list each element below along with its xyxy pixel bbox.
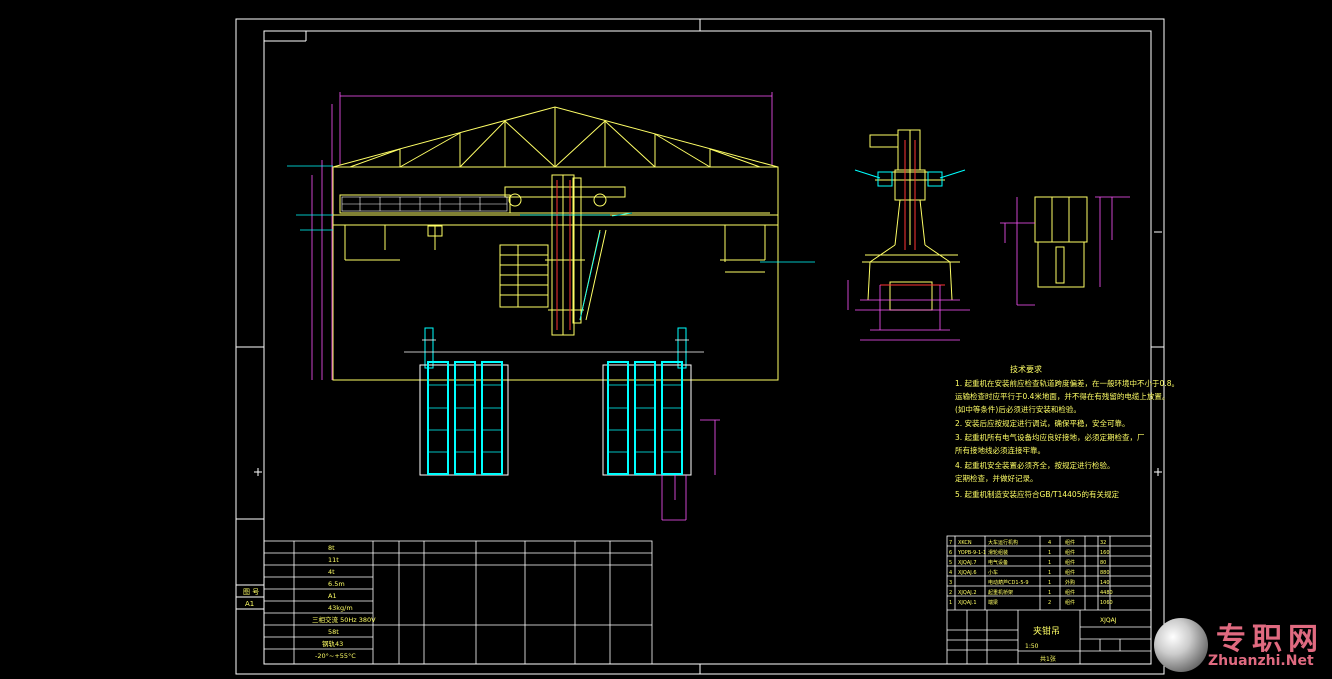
bom-cell: 组件 — [1065, 559, 1075, 566]
watermark-en: Zhuanzhi.Net — [1208, 653, 1314, 669]
sidebar-label-2: A1 — [245, 600, 254, 608]
parameter-values: 8t 11t 4t 6.5m A1 43kg/m 三相交流 50Hz 380V … — [312, 544, 376, 660]
bom-cell: 起重机桥架 — [988, 589, 1013, 596]
bom-cell: 140 — [1100, 580, 1110, 586]
coil-bins-right — [602, 361, 720, 521]
bom-cell: 组件 — [1065, 549, 1075, 556]
coil-bins-left — [419, 361, 509, 476]
watermark-cn: 专职网 — [1216, 622, 1324, 657]
bom-cell: 滑轮组装 — [988, 549, 1008, 556]
param-cell: 6.5m — [328, 580, 345, 588]
drawing-number: XJQAJ — [1100, 617, 1117, 624]
bom-cell: 1 — [1048, 570, 1051, 576]
tech-req-item: 所有接地线必须连接牢靠。 — [955, 445, 1045, 455]
drawing-title: 夹钳吊 — [1033, 625, 1060, 637]
bom-row: 3 电动葫芦CD1-5-9 1 外购 140 — [949, 579, 1110, 586]
param-cell: 58t — [328, 628, 339, 636]
bom-cell: 组件 — [1065, 589, 1075, 596]
bom-cell: 1060 — [1100, 600, 1113, 606]
bom-row: 7 XKCN 大车运行机构 4 组件 32 — [949, 539, 1106, 546]
bom-cell: 160 — [1100, 550, 1110, 556]
bom-cell: 组件 — [1065, 539, 1075, 546]
bom-cell: 1 — [1048, 550, 1051, 556]
bom-row: 6 YOPB-9-1-1 滑轮组装 1 组件 160 — [949, 549, 1110, 556]
drawing-scale: 1:50 — [1025, 643, 1039, 650]
bom-cell: 端梁 — [988, 599, 998, 606]
sidebar-label-1: 图 号 — [243, 588, 259, 596]
bom-row: 5 XJQAJ.7 电气设备 1 组件 80 — [949, 559, 1106, 566]
param-cell: A1 — [328, 592, 337, 600]
bom-cell: 1 — [1048, 580, 1051, 586]
bom-cell: 电气设备 — [988, 559, 1008, 566]
bom-cell: 32 — [1100, 540, 1106, 546]
bom-cell: 组件 — [1065, 599, 1075, 606]
grab-side-view — [847, 129, 970, 341]
watermark: 专职网 Zhuanzhi.Net — [1150, 612, 1332, 679]
bom-row: 2 XJQAJ.2 起重机桥架 1 组件 4480 — [949, 589, 1113, 596]
bom-cell: 2 — [1048, 600, 1051, 606]
bom-cell: 小车 — [988, 569, 998, 576]
param-cell: 三相交流 50Hz 380V — [312, 615, 376, 624]
tech-req-item: 定期检查，并做好记录。 — [955, 473, 1038, 483]
bom-cell: 4 — [1048, 540, 1051, 546]
bom-row: 4 XJQAJ.6 小车 1 组件 880 — [949, 569, 1110, 576]
param-cell: 43kg/m — [328, 604, 353, 612]
bom-cell: XJQAJ.6 — [958, 570, 977, 576]
bom-cell: XJQAJ.7 — [958, 560, 977, 566]
param-cell: 4t — [328, 568, 335, 576]
param-cell: -20°~+55°C — [315, 652, 356, 660]
tech-req-item: 4. 起重机安全装置必须齐全，按规定进行检验。 — [955, 460, 1115, 470]
tech-req-item: 运输检查时应平行于0.4米地面，并不得在有残留的电缆上放置。 — [955, 391, 1169, 401]
bom-cell: 6 — [949, 550, 952, 556]
bom-cell: 3 — [949, 580, 952, 586]
bom-cell: 1 — [1048, 560, 1051, 566]
crane-front-view — [287, 92, 815, 381]
sheet-count: 共1张 — [1040, 655, 1056, 663]
bom-cell: 880 — [1100, 570, 1110, 576]
bom-cell: 5 — [949, 560, 952, 566]
param-cell: 11t — [328, 556, 339, 564]
bom-cell: XJQAJ.1 — [958, 600, 977, 606]
tech-req-title: 技术要求 — [1010, 364, 1042, 374]
bom-cell: 电动葫芦CD1-5-9 — [988, 579, 1029, 586]
bom-cell: 组件 — [1065, 569, 1075, 576]
title-block: 夹钳吊 XJQAJ 1:50 共1张 — [1025, 617, 1117, 663]
bom-cell: 2 — [949, 590, 952, 596]
bom-cell: 80 — [1100, 560, 1106, 566]
tech-req-item: 1. 起重机在安装前应检查轨道跨度偏差，在一般环境中不小于0.8。 — [955, 378, 1179, 388]
bom-cell: 4480 — [1100, 590, 1113, 596]
bom-cell: XJQAJ.2 — [958, 590, 977, 596]
bom-cell: 1 — [1048, 590, 1051, 596]
tech-req-item: 3. 起重机所有电气设备均应良好接地，必须定期检查，厂 — [955, 432, 1145, 442]
bom-cell: 大车运行机构 — [988, 539, 1018, 546]
tech-req-item: 5. 起重机制造安装应符合GB/T14405的有关规定 — [955, 489, 1119, 499]
bom-cell: 外购 — [1065, 579, 1075, 586]
param-cell: 8t — [328, 544, 335, 552]
bom-cell: XKCN — [958, 540, 972, 546]
tech-req-item: 2. 安装后应按规定进行调试，确保平稳，安全可靠。 — [955, 418, 1130, 428]
watermark-logo-icon — [1154, 618, 1208, 672]
cad-drawing: 图 号 A1 技术要求 1. 起重机在安装前应检查轨道跨度偏差，在一般环境中不小… — [235, 18, 1179, 675]
bom-cell: YOPB-9-1-1 — [957, 550, 986, 556]
tech-req-item: (如中等条件)后必须进行安装和检验。 — [955, 404, 1081, 414]
bom-row: 1 XJQAJ.1 端梁 2 组件 1060 — [949, 599, 1113, 606]
bom-cell: 4 — [949, 570, 952, 576]
param-cell: 钢轨43 — [322, 639, 343, 648]
bom-cell: 1 — [949, 600, 952, 606]
tech-requirements: 技术要求 1. 起重机在安装前应检查轨道跨度偏差，在一般环境中不小于0.8。 运… — [955, 364, 1179, 499]
hopper-view — [1000, 196, 1130, 306]
bom-cell: 7 — [949, 540, 952, 546]
